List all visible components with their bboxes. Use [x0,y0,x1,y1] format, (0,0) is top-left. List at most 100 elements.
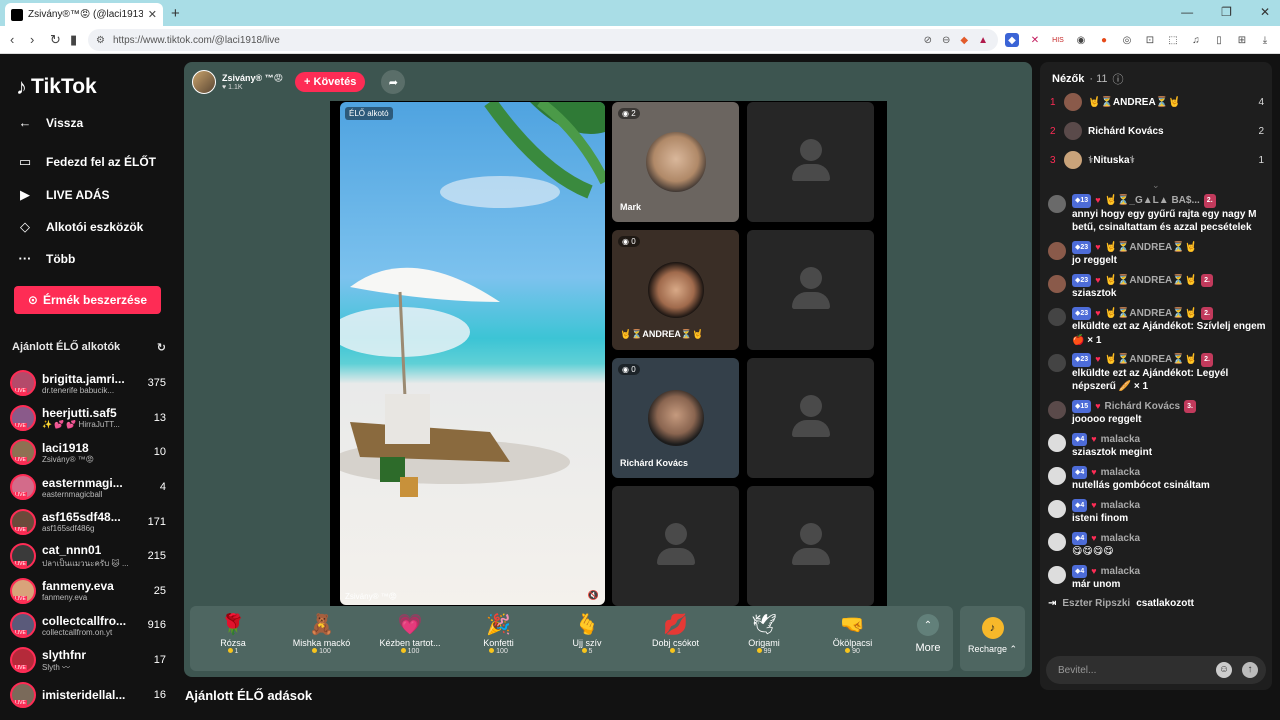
more-gifts-button[interactable]: ⌃ More [908,614,948,654]
top-viewer-row[interactable]: 1 🤘⏳ANDREA⏳🤘 4 [1050,92,1264,112]
gift-item[interactable]: 🎉 Konfetti 100 [456,612,542,655]
extension-icon[interactable]: ⊞ [1235,33,1249,47]
chat-avatar[interactable] [1048,400,1066,419]
warning-icon[interactable]: ▲ [978,35,988,46]
zoom-icon[interactable]: ⊖ [942,35,950,46]
chat-username[interactable]: 🤘⏳ANDREA⏳🤘 [1105,241,1198,255]
gift-item[interactable]: 🧸 Mishka mackó 100 [279,612,365,655]
close-window-icon[interactable]: ✕ [1260,5,1270,19]
top-viewer-row[interactable]: 3 ⚕Nituska⚕ 1 [1050,150,1264,170]
chat-username[interactable]: malacka [1101,433,1140,447]
browser-tab[interactable]: Zsivány®™😡 (@laci1913) É... ✕ [5,3,163,26]
chevron-down-icon[interactable]: ⌄ [1152,180,1160,191]
recharge-button[interactable]: ♪ Recharge ⌃ [960,606,1025,671]
suggested-creator[interactable]: LIVE slythfnr Slyth 〰 17 [10,643,166,678]
info-icon[interactable]: ⓘ [1113,71,1124,87]
send-icon[interactable]: ↑ [1242,662,1258,678]
suggested-creator[interactable]: LIVE collectcallfro... collectcallfrom.o… [10,608,166,643]
nav-creator-tools[interactable]: ◇ Alkotói eszközök [16,219,143,235]
mute-icon[interactable]: 🔇 [588,590,599,601]
host-avatar[interactable] [192,70,216,94]
nav-live-broadcast[interactable]: ▶ LIVE ADÁS [16,187,110,203]
bookmark-icon[interactable]: ▮ [70,32,77,48]
chat-username[interactable]: malacka [1101,499,1140,513]
tab-close-icon[interactable]: ✕ [148,8,157,21]
chat-avatar[interactable] [1048,433,1066,452]
new-tab-button[interactable]: + [171,5,180,22]
forward-icon[interactable]: › [30,32,34,47]
chat-username[interactable]: malacka [1101,565,1140,579]
host-video[interactable]: ÉLŐ alkotó Zsivány® ™😡 🔇 [340,102,605,605]
url-bar[interactable]: ⚙ https://www.tiktok.com/@laci1918/live … [88,29,998,51]
gift-item[interactable]: 🫰 Ujj szív 5 [544,612,630,655]
guest-tile-richard[interactable]: ◉ 0 Richárd Kovács [612,358,739,478]
empty-seat-tile[interactable] [747,358,874,478]
joined-user[interactable]: Eszter Ripszki [1062,598,1130,609]
nav-explore-live[interactable]: ▭ Fedezd fel az ÉLŐT [16,154,156,170]
guest-tile-mark[interactable]: ◉ 2 Mark [612,102,739,222]
chat-avatar[interactable] [1048,532,1066,551]
extension-icon[interactable]: ⊡ [1143,33,1157,47]
chat-avatar[interactable] [1048,499,1066,518]
chat-avatar[interactable] [1048,307,1066,326]
empty-seat-tile[interactable] [747,486,874,606]
nav-more[interactable]: ··· Több [16,251,76,266]
top-viewer-row[interactable]: 2 Richárd Kovács 2 [1050,121,1264,141]
chat-username[interactable]: 🤘⏳ANDREA⏳🤘 [1105,353,1198,367]
chat-input[interactable]: Bevitel... ☺ ↑ [1046,656,1266,684]
host-name[interactable]: Zsivány® ™😡 [222,73,283,84]
chat-avatar[interactable] [1048,241,1066,260]
chat-avatar[interactable] [1048,354,1066,372]
download-icon[interactable]: ⤓ [1258,33,1272,47]
site-info-icon[interactable]: ⚙ [96,35,105,46]
empty-seat-tile[interactable] [612,486,739,606]
extension-icon[interactable]: ◉ [1074,33,1088,47]
chat-username[interactable]: malacka [1101,532,1140,546]
suggested-creator[interactable]: LIVE cat_nnn01 ปลาเป็นแมวนะครับ 🐱 ... 21… [10,539,166,574]
gift-item[interactable]: 🕊 Origami 99 [721,612,807,655]
reload-icon[interactable]: ↻ [50,32,61,48]
chat-username[interactable]: 🤘⏳ANDREA⏳🤘 [1105,307,1198,321]
extension-icon[interactable]: HIS [1051,33,1065,47]
shield-icon[interactable]: ◆ [960,35,968,46]
extension-icon[interactable]: ✕ [1028,33,1042,47]
suggested-creator[interactable]: LIVE easternmagi... easternmagicball 4 [10,470,166,505]
chat-username[interactable]: 🤘⏳_G▲L▲ BA$... [1105,194,1200,208]
back-icon[interactable]: ‹ [10,32,14,47]
extension-icon[interactable]: ● [1097,33,1111,47]
suggested-creator[interactable]: LIVE imisteridellal... 16 [10,677,166,712]
suggested-creator[interactable]: LIVE fanmeny.eva fanmeny.eva 25 [10,574,166,609]
share-icon[interactable]: ➦ [381,70,406,94]
guest-tile-andrea[interactable]: ◉ 0 🤘⏳ANDREA⏳🤘 [612,230,739,350]
music-icon[interactable]: ♫ [1189,33,1203,47]
get-coins-button[interactable]: ⊙ Érmék beszerzése [14,286,161,314]
empty-seat-tile[interactable] [747,102,874,222]
suggested-creator[interactable]: LIVE laci1918 Zsivány® ™😡 10 [10,435,166,470]
extension-icon[interactable]: ◎ [1120,33,1134,47]
restore-icon[interactable]: ❐ [1221,5,1232,19]
refresh-icon[interactable]: ↻ [157,341,166,354]
nav-back[interactable]: ← Vissza [16,115,84,130]
suggested-creator[interactable]: LIVE heerjutti.saf5 ✨ 💕 💕 HirraJuTT... 1… [10,401,166,436]
translate-icon[interactable]: ⊘ [924,35,932,46]
gift-item[interactable]: 💋 Dobj csókot 1 [633,612,719,655]
empty-seat-tile[interactable] [747,230,874,350]
emoji-icon[interactable]: ☺ [1216,662,1232,678]
chat-username[interactable]: 🤘⏳ANDREA⏳🤘 [1105,274,1198,288]
minimize-icon[interactable]: — [1181,5,1193,19]
chat-username[interactable]: malacka [1101,466,1140,480]
suggested-creator[interactable]: LIVE brigitta.jamri... dr.tenerife babuc… [10,366,166,401]
extension-icon[interactable]: ◆ [1005,33,1019,47]
extension-icon[interactable]: ⬚ [1166,33,1180,47]
gift-item[interactable]: 🌹 Rózsa 1 [190,612,276,655]
suggested-creator[interactable]: LIVE asf165sdf48... asf165sdf486g 171 [10,504,166,539]
chat-avatar[interactable] [1048,466,1066,485]
chat-avatar[interactable] [1048,565,1066,584]
follow-button[interactable]: + Követés [295,72,366,92]
sidebar-toggle-icon[interactable]: ▯ [1212,33,1226,47]
chat-username[interactable]: Richárd Kovács [1105,400,1181,414]
chat-avatar[interactable] [1048,195,1066,213]
tiktok-logo[interactable]: ♪ TikTok [16,74,97,100]
gift-item[interactable]: 🤜 Ökölpacsi 90 [810,612,896,655]
gift-item[interactable]: 💗 Kézben tartot... 100 [367,612,453,655]
